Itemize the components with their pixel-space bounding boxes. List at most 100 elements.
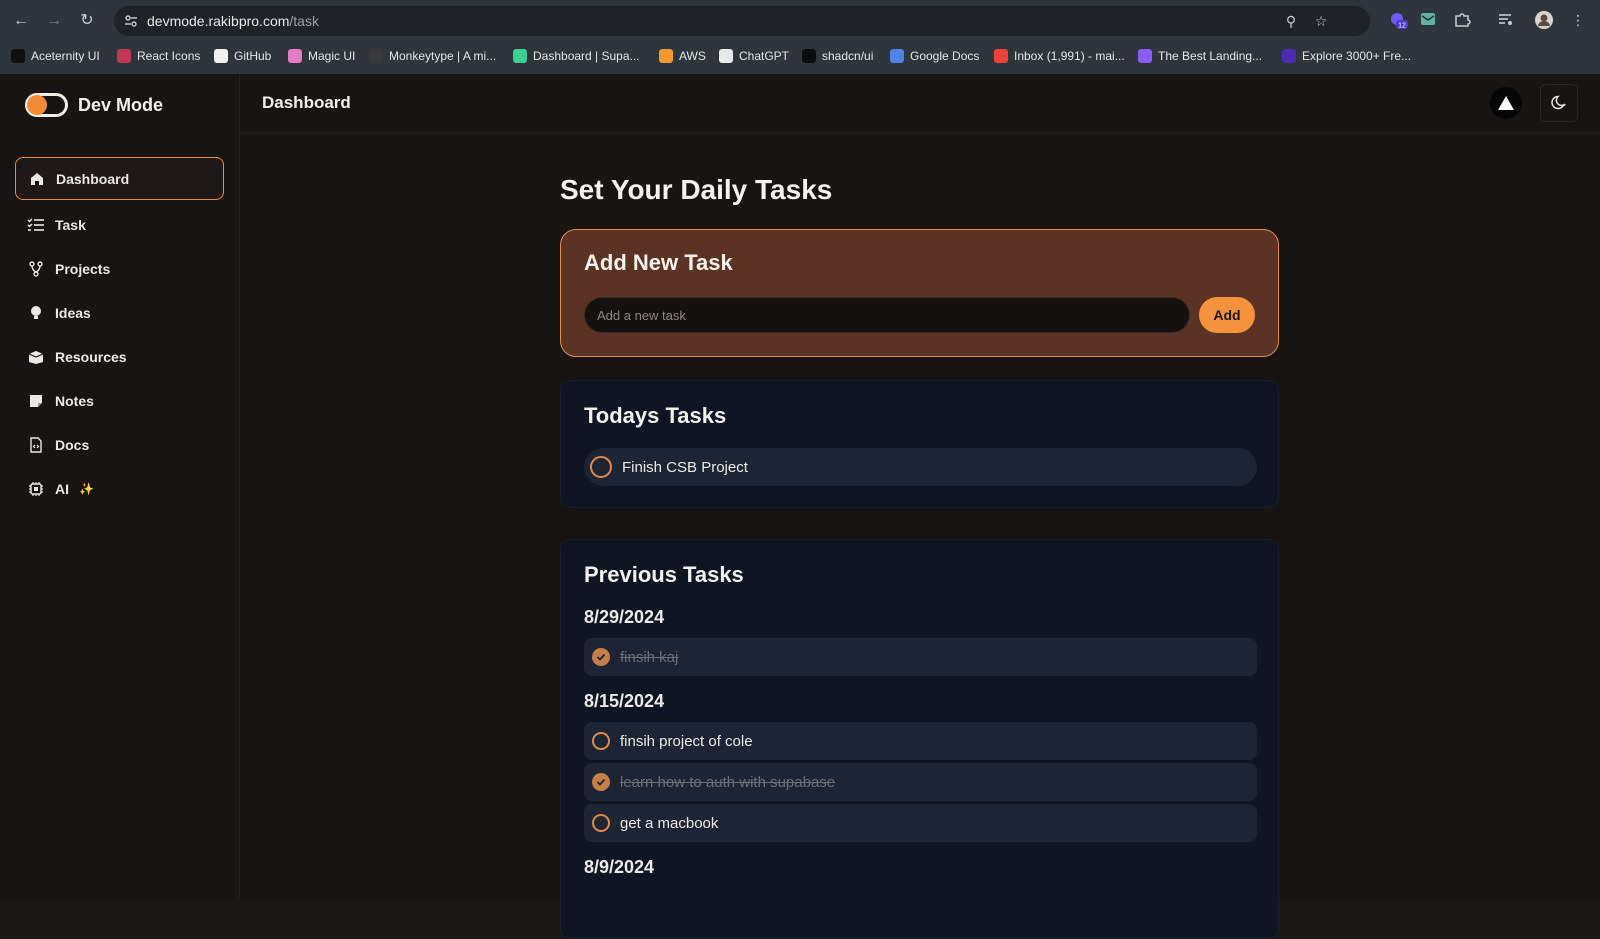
theme-toggle-button[interactable] [1540,84,1578,122]
bookmark-item[interactable]: GitHub [214,46,271,66]
bookmark-label: GitHub [234,49,272,63]
task-text: learn how to auth with supabase [620,773,836,791]
bookmark-favicon-icon [890,49,904,63]
bookmark-item[interactable]: shadcn/ui [802,46,873,66]
topbar: Dashboard [240,74,1600,134]
bookmark-label: Monkeytype | A mi... [389,49,497,63]
topbar-title: Dashboard [262,93,351,112]
task-row[interactable]: finsih project of cole [584,722,1257,760]
sidebar: Dev Mode Dashboard Task Projects Ideas Resou… [0,74,240,898]
checked-circle-icon[interactable] [592,648,610,666]
bookmark-label: Dashboard | Supa... [533,49,640,63]
back-arrow-icon[interactable]: ← [10,10,32,32]
site-settings-icon[interactable] [123,13,139,29]
bookmark-item[interactable]: AWS [659,46,706,66]
forward-arrow-icon[interactable]: → [43,10,65,32]
box-icon [27,348,45,366]
todays-tasks-title: Todays Tasks [584,403,727,428]
mail-extension-icon[interactable] [1418,10,1438,30]
bookmark-favicon-icon [513,49,527,63]
sidebar-item-resources[interactable]: Resources [15,335,224,379]
sidebar-item-docs[interactable]: Docs [15,423,224,467]
page-title: Set Your Daily Tasks [560,174,833,205]
sidebar-item-task[interactable]: Task [15,203,224,247]
bulb-icon [27,304,45,322]
bookmark-favicon-icon [117,49,131,63]
bookmark-label: Google Docs [910,49,980,63]
previous-tasks-card: Previous Tasks 8/29/2024 finsih kaj 8/15/2… [560,539,1279,939]
profile-avatar-icon[interactable] [1534,10,1554,30]
bookmark-item[interactable]: Magic UI [288,46,355,66]
browser-toolbar: ← → ↻ devmode.rakibpro.com/task ⚲ ☆ 12 ⋮ [0,4,1600,38]
empty-circle-checkbox[interactable] [590,456,612,478]
date-group-label: 8/9/2024 [584,857,655,877]
new-task-input[interactable] [584,297,1190,333]
task-row[interactable]: learn how to auth with supabase [584,763,1257,801]
task-text: finsih kaj [620,648,679,666]
bookmark-favicon-icon [719,49,733,63]
media-icon[interactable] [1496,10,1516,30]
key-icon[interactable]: ⚲ [1282,12,1300,30]
bookmark-item[interactable]: React Icons [117,46,200,66]
main-content: Set Your Daily Tasks Add New Task Add To… [240,134,1600,939]
kebab-menu-icon[interactable]: ⋮ [1568,10,1588,30]
bookmark-item[interactable]: The Best Landing... [1138,46,1262,66]
bookmark-item[interactable]: Aceternity UI [11,46,100,66]
bookmark-item[interactable]: Inbox (1,991) - mai... [994,46,1125,66]
list-icon [27,216,45,234]
add-task-button[interactable]: Add [1199,297,1255,333]
bookmark-label: Magic UI [308,49,356,63]
sidebar-item-dashboard[interactable]: Dashboard [15,157,224,200]
bookmark-favicon-icon [1282,49,1296,63]
sidebar-item-ai[interactable]: AI ✨ [15,467,224,511]
sidebar-item-ideas[interactable]: Ideas [15,291,224,335]
url-path: /task [289,13,319,29]
triangle-icon [1498,96,1514,110]
sidebar-item-label: Notes [55,393,94,409]
sidebar-item-label: Projects [55,261,111,277]
bookmark-item[interactable]: Explore 3000+ Fre... [1282,46,1411,66]
sidebar-item-label: Resources [55,349,127,365]
bookmark-favicon-icon [1138,49,1152,63]
bookmark-favicon-icon [659,49,673,63]
vercel-triangle-button[interactable] [1490,87,1522,119]
sidebar-item-label: Task [55,217,86,233]
task-row[interactable]: finsih kaj [584,638,1257,676]
bookmark-item[interactable]: Google Docs [890,46,979,66]
empty-circle-checkbox[interactable] [592,732,610,750]
reload-icon[interactable]: ↻ [76,10,98,32]
bookmark-item[interactable]: ChatGPT [719,46,789,66]
sidebar-item-notes[interactable]: Notes [15,379,224,423]
bookmark-item[interactable]: Dashboard | Supa... [513,46,640,66]
url-domain: devmode.rakibpro.com [147,13,290,29]
address-bar[interactable]: devmode.rakibpro.com/task ⚲ ☆ [114,6,1370,36]
bookmark-label: React Icons [137,49,201,63]
sidebar-item-projects[interactable]: Projects [15,247,224,291]
sidebar-item-label: Dashboard [56,170,130,187]
todays-tasks-card: Todays Tasks Finish CSB Project [560,380,1279,508]
brand[interactable]: Dev Mode [25,92,163,118]
toggle-logo-icon [25,93,68,117]
add-task-card: Add New Task Add [560,229,1279,357]
branch-icon [27,260,45,278]
task-text: Finish CSB Project [622,458,748,476]
bookmark-favicon-icon [11,49,25,63]
extension-badge: 12 [1398,23,1406,30]
star-icon[interactable]: ☆ [1312,12,1330,30]
doc-code-icon [27,436,45,454]
empty-circle-checkbox[interactable] [592,814,610,832]
checked-circle-icon[interactable] [592,773,610,791]
bookmark-favicon-icon [802,49,816,63]
bookmark-item[interactable]: Monkeytype | A mi... [369,46,496,66]
task-text: get a macbook [620,814,719,832]
app-root: Dev Mode Dashboard Task Projects Ideas Resou… [0,74,1600,939]
bookmark-favicon-icon [994,49,1008,63]
extension-icon[interactable]: 12 [1388,10,1408,30]
bookmark-label: Explore 3000+ Fre... [1302,49,1412,63]
puzzle-icon[interactable] [1452,10,1472,30]
date-group-label: 8/15/2024 [584,691,665,711]
bookmark-favicon-icon [288,49,302,63]
task-row[interactable]: get a macbook [584,804,1257,842]
task-row[interactable]: Finish CSB Project [584,448,1257,486]
bookmark-favicon-icon [369,49,383,63]
